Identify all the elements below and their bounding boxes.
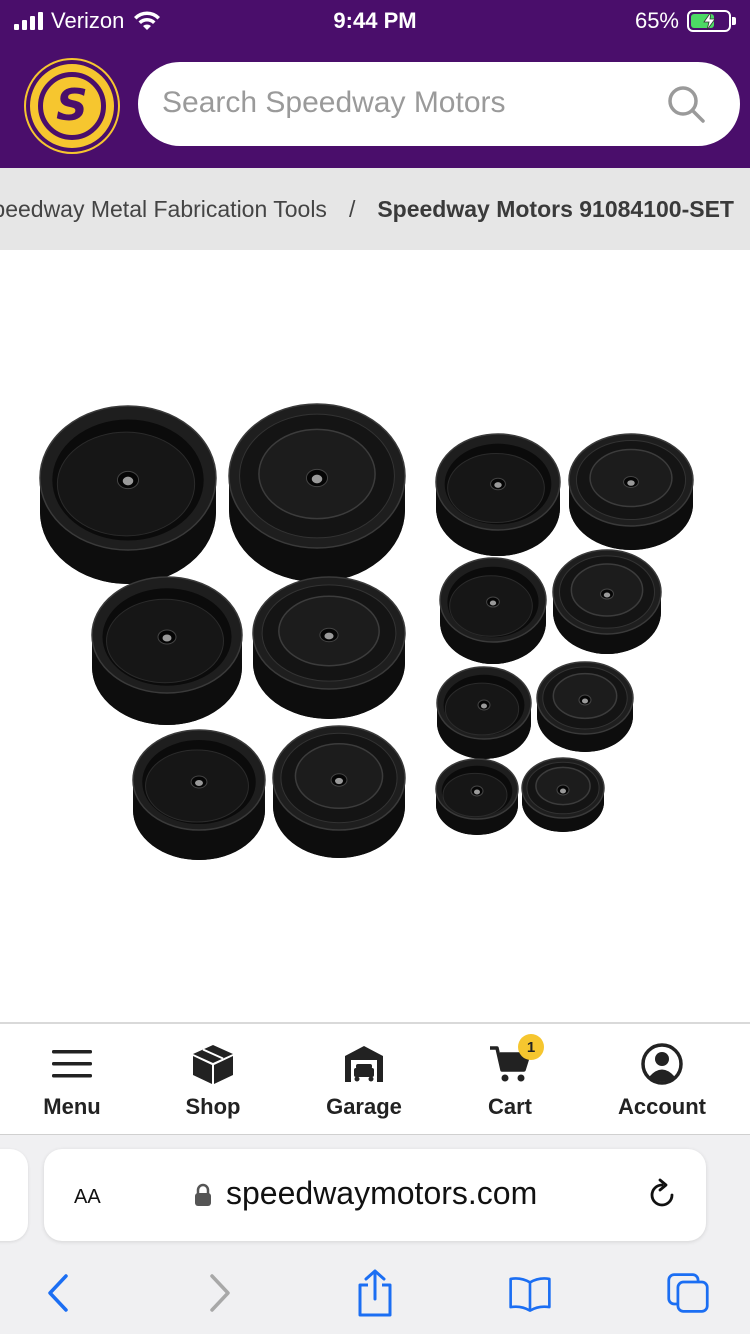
back-icon[interactable] — [36, 1271, 80, 1315]
bookmarks-icon[interactable] — [508, 1271, 552, 1315]
nav-menu[interactable]: Menu — [2, 1042, 142, 1120]
battery-tip — [732, 17, 736, 25]
browser-toolbar: AA speedwaymotors.com — [0, 1134, 750, 1334]
die-ring — [272, 725, 406, 858]
cart-count-badge: 1 — [518, 1034, 544, 1060]
logo-ring: S — [38, 72, 106, 140]
die-ring — [568, 433, 694, 550]
share-icon[interactable] — [353, 1269, 397, 1317]
nav-label: Menu — [43, 1094, 101, 1119]
battery-icon — [687, 10, 731, 32]
box-icon — [143, 1042, 283, 1086]
tabs-icon[interactable] — [666, 1271, 710, 1315]
forward-icon[interactable] — [198, 1271, 242, 1315]
battery-group: 65% — [635, 8, 736, 34]
die-ring — [252, 576, 406, 719]
garage-icon — [294, 1042, 434, 1086]
nav-garage[interactable]: Garage — [294, 1042, 434, 1120]
breadcrumb-separator: / — [348, 196, 356, 222]
lock-icon — [195, 1183, 211, 1206]
speedway-logo[interactable]: S — [26, 60, 118, 152]
die-ring — [39, 405, 217, 584]
breadcrumb-current: Speedway Motors 91084100-SET — [377, 196, 734, 222]
breadcrumb: Speedway Metal Fabrication Tools / Speed… — [0, 168, 750, 250]
reader-settings-button[interactable]: AA — [74, 1179, 101, 1210]
hamburger-icon — [2, 1042, 142, 1086]
status-bar: Verizon 9:44 PM 65% — [0, 0, 750, 44]
reload-icon[interactable] — [644, 1177, 680, 1213]
nav-shop[interactable]: Shop — [143, 1042, 283, 1120]
site-header: Verizon 9:44 PM 65% S Search Speedway Mo… — [0, 0, 750, 168]
search-icon[interactable] — [666, 84, 706, 124]
nav-label: Cart — [487, 1094, 532, 1119]
nav-label: Shop — [185, 1094, 241, 1119]
nav-label: Garage — [326, 1094, 402, 1119]
breadcrumb-link[interactable]: Speedway Metal Fabrication Tools — [0, 196, 327, 223]
previous-tab-preview[interactable] — [0, 1149, 28, 1241]
die-ring — [435, 758, 519, 835]
battery-percent: 65% — [634, 8, 679, 33]
search-input[interactable]: Search Speedway Motors — [138, 62, 740, 146]
product-image[interactable] — [0, 250, 750, 1022]
die-ring — [536, 661, 634, 752]
search-placeholder: Search Speedway Motors — [162, 86, 506, 119]
die-ring — [132, 729, 266, 860]
nav-label: Account — [618, 1094, 706, 1119]
die-ring — [552, 549, 662, 654]
logo-letter: S — [56, 80, 88, 131]
url-domain: speedwaymotors.com — [226, 1175, 538, 1211]
die-ring — [435, 433, 561, 556]
die-ring — [436, 666, 532, 759]
bottom-nav: Menu Shop Garage 1 Cart Account — [0, 1022, 750, 1134]
die-ring — [91, 576, 243, 725]
die-ring — [439, 557, 547, 664]
aa-label: AA — [74, 1186, 101, 1208]
charging-bolt-icon — [703, 12, 716, 30]
die-set-image — [39, 403, 694, 860]
address-bar[interactable]: AA speedwaymotors.com — [44, 1149, 706, 1241]
die-ring — [228, 403, 406, 582]
breadcrumb-row: Speedway Metal Fabrication Tools / Speed… — [0, 196, 734, 223]
die-ring — [521, 757, 605, 832]
nav-cart[interactable]: 1 Cart — [440, 1034, 580, 1120]
account-icon — [592, 1042, 732, 1086]
cart-icon — [440, 1042, 580, 1086]
nav-account[interactable]: Account — [592, 1042, 732, 1120]
